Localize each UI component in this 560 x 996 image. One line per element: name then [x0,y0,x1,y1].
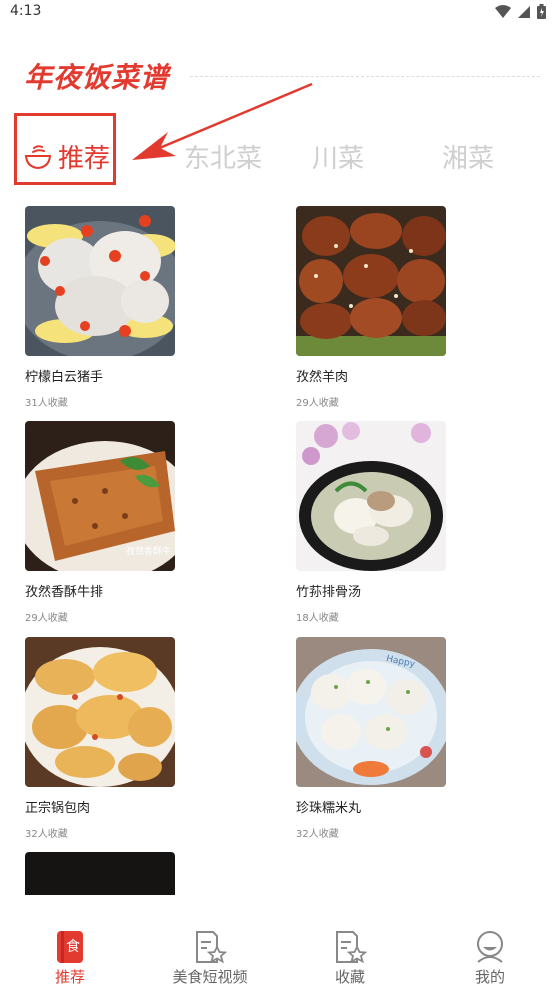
recipe-card[interactable] [25,852,175,895]
recipe-favorites: 29人收藏 [25,613,68,624]
tab-sichuan-label: 川菜 [312,144,365,174]
recipe-favorites: 29人收藏 [296,398,339,409]
recipe-card[interactable]: Happy 珍珠糯米丸 32人收藏 [296,637,446,840]
tab-dongbei[interactable]: 东北菜 [184,138,262,175]
recipe-photo [25,637,175,787]
app-title: 年夜饭菜谱 [24,61,170,94]
favorite-star-icon [336,931,367,964]
recipe-photo [296,206,446,356]
recipe-photo [25,206,175,356]
recipe-name: 孜然羊肉 [296,370,349,385]
tab-hunan[interactable]: 湘菜 [442,138,494,175]
status-time: 4:13 [10,3,42,19]
tab-dongbei-label: 东北菜 [184,144,263,174]
recipe-name: 竹荪排骨汤 [296,585,362,600]
nav-recommend-label: 推荐 [54,968,85,986]
recipe-photo: 孜然香酥牛 [25,421,175,571]
recipe-card[interactable]: 孜然羊肉 29人收藏 [296,206,446,409]
nav-favorites-label: 收藏 [334,968,365,986]
recipe-photo: Happy [296,637,446,787]
highlight-box [14,113,116,185]
tab-sichuan[interactable]: 川菜 [312,138,364,175]
recipe-card[interactable]: 柠檬白云猪手 31人收藏 [25,206,175,409]
nav-video[interactable]: 美食短视频 [150,928,270,987]
nav-favorites[interactable]: 收藏 [290,928,410,987]
photo-watermark: 孜然香酥牛 [125,547,171,557]
recipe-card[interactable]: 竹荪排骨汤 18人收藏 [296,421,446,624]
recipe-name: 柠檬白云猪手 [25,370,104,385]
recipe-book-icon: 食 [57,931,83,963]
wifi-icon [495,4,511,18]
recipe-card[interactable]: 孜然香酥牛 孜然香酥牛排 29人收藏 [25,421,175,624]
recipe-name: 孜然香酥牛排 [25,585,104,600]
recipe-favorites: 31人收藏 [25,398,68,409]
app-logo: 年夜饭菜谱 [24,56,169,96]
recipe-card[interactable]: 正宗锅包肉 32人收藏 [25,637,175,840]
nav-profile-label: 我的 [474,968,505,986]
signal-icon [518,5,530,18]
tab-hunan-label: 湘菜 [442,144,495,174]
nav-profile[interactable]: 我的 [430,928,550,987]
battery-icon [537,4,546,19]
recipe-name: 珍珠糯米丸 [296,801,362,816]
status-icons [495,4,546,19]
recipe-grid: 柠檬白云猪手 31人收藏 孜然羊肉 29人收藏 孜然香酥牛 孜然香酥牛排 29人… [0,200,560,895]
recipe-favorites: 32人收藏 [296,829,339,840]
recipe-favorites: 18人收藏 [296,613,339,624]
recipe-favorites: 32人收藏 [25,829,68,840]
bottom-nav: 食 推荐 美食短视频 收藏 我的 [0,920,560,996]
svg-text:食: 食 [66,938,80,955]
recipe-photo [296,421,446,571]
recipe-name: 正宗锅包肉 [25,801,91,816]
nav-recommend[interactable]: 食 推荐 [10,928,130,987]
video-star-icon [196,931,227,964]
recipe-photo [25,852,175,895]
nav-video-label: 美食短视频 [172,968,248,986]
profile-icon [477,931,503,963]
status-bar: 4:13 [0,0,560,24]
title-divider [190,76,540,77]
